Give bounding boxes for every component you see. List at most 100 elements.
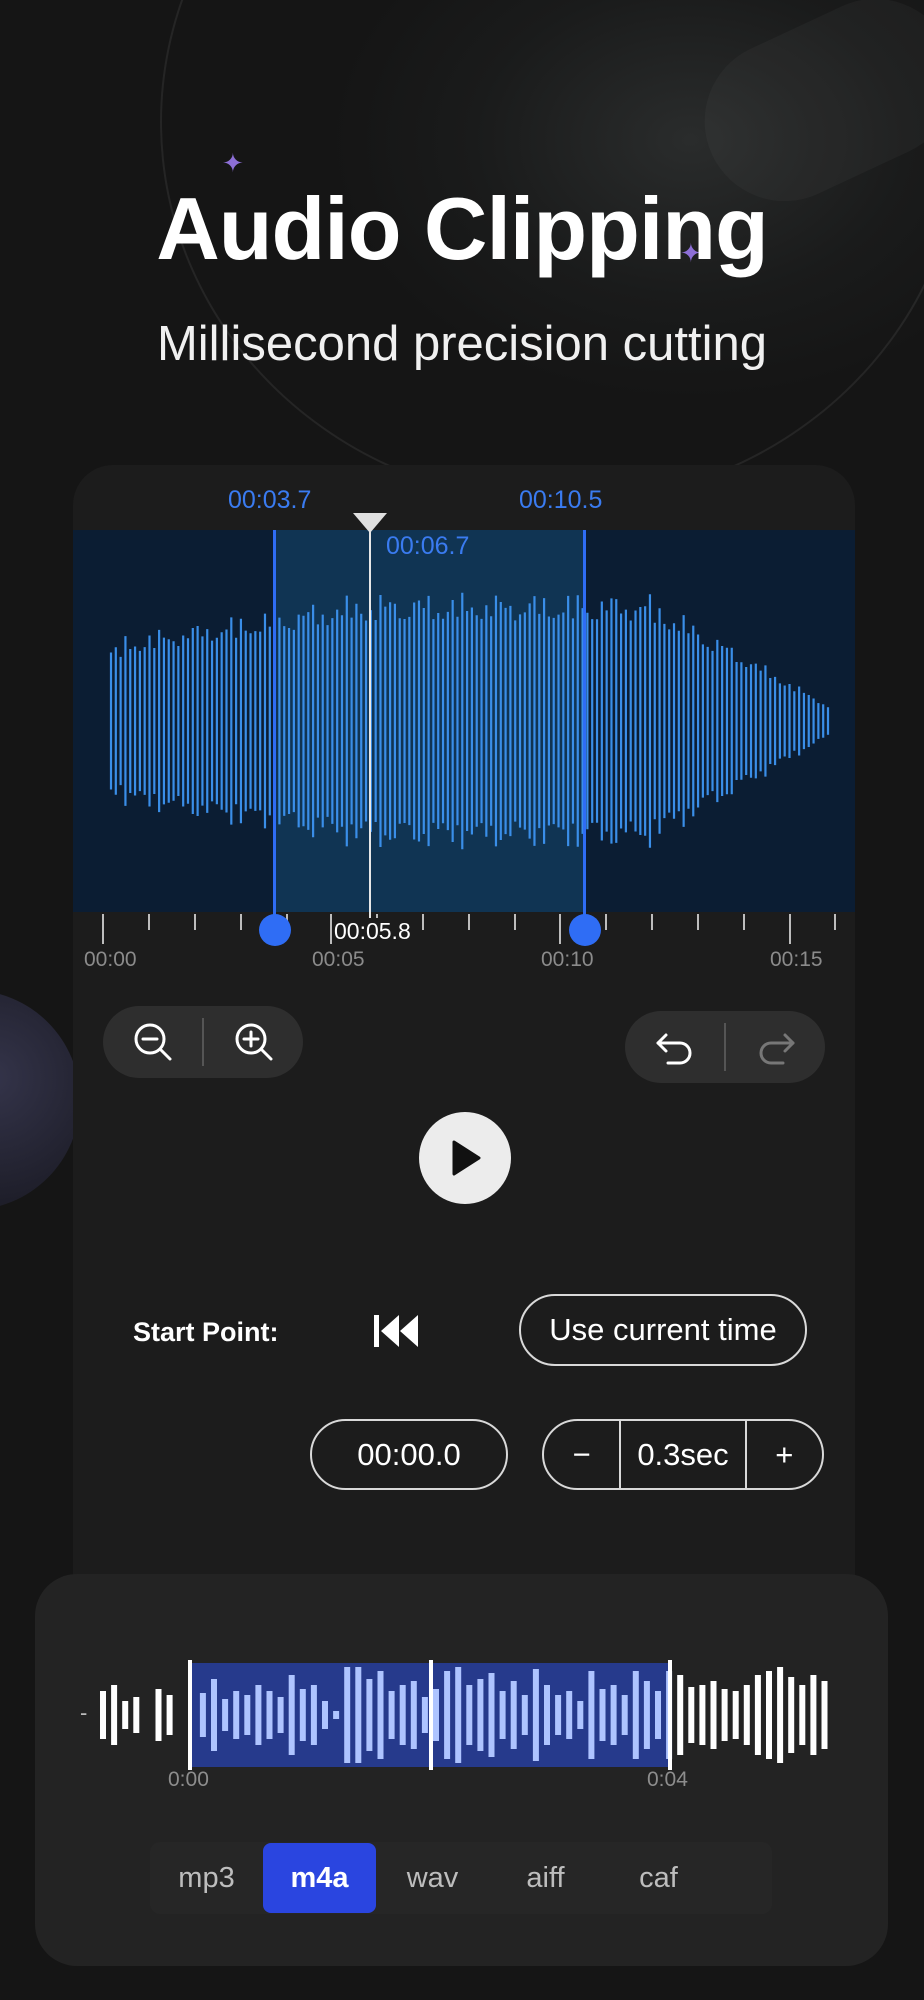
step-size-stepper: − 0.3sec + xyxy=(542,1419,824,1490)
mini-wave-bar xyxy=(777,1667,784,1763)
mini-wave-bar xyxy=(322,1701,328,1729)
zoom-out-icon xyxy=(134,1023,171,1061)
mini-wave-bar xyxy=(111,1685,118,1745)
start-point-label: Start Point: xyxy=(133,1317,279,1347)
mini-wave-bar xyxy=(377,1671,384,1759)
undo-icon xyxy=(656,1033,691,1065)
play-button[interactable] xyxy=(419,1112,511,1204)
mini-wave-bar xyxy=(399,1685,406,1745)
ruler-label: 00:00 xyxy=(84,948,137,971)
mini-wave-bar xyxy=(699,1685,706,1745)
mini-wave-bar xyxy=(477,1679,484,1751)
waveform xyxy=(109,592,830,850)
mini-wave-bar xyxy=(521,1695,528,1735)
mini-wave-bar xyxy=(466,1685,473,1745)
redo-button[interactable] xyxy=(726,1011,825,1083)
mini-wave-bar xyxy=(810,1675,817,1755)
mini-selection-end-line xyxy=(668,1660,672,1770)
format-option-aiff[interactable]: aiff xyxy=(489,1843,602,1913)
mini-wave-bar xyxy=(299,1689,306,1741)
mini-wave-bar xyxy=(710,1681,717,1749)
ruler-label: 00:15 xyxy=(770,948,823,971)
mini-playhead-line xyxy=(429,1660,433,1770)
mini-wave-bar xyxy=(211,1679,217,1751)
mini-wave-bar xyxy=(277,1697,284,1733)
selection-start-label: 00:03.7 xyxy=(228,486,312,514)
step-increase-button[interactable]: + xyxy=(747,1421,822,1488)
format-selector: mp3 m4a wav aiff caf xyxy=(150,1842,772,1914)
step-decrease-button[interactable]: − xyxy=(544,1421,619,1488)
mini-wave-bar xyxy=(244,1695,251,1735)
playhead-line xyxy=(369,530,371,920)
mini-wave-bar xyxy=(444,1671,451,1759)
mini-waveform[interactable] xyxy=(70,1660,850,1770)
mini-wave-bar xyxy=(544,1685,550,1745)
selection-start-handle[interactable] xyxy=(259,914,291,946)
mini-wave-bar xyxy=(743,1685,750,1745)
mini-wave-bar xyxy=(488,1673,495,1757)
mini-wave-bar xyxy=(433,1689,439,1741)
mini-wave-bar xyxy=(588,1671,595,1759)
format-option-caf[interactable]: caf xyxy=(602,1843,715,1913)
undo-button[interactable] xyxy=(625,1011,724,1083)
zoom-in-icon xyxy=(235,1023,272,1061)
mini-wave-bar xyxy=(255,1685,262,1745)
mini-wave-bar xyxy=(100,1691,106,1739)
history-controls xyxy=(625,1011,825,1083)
mini-wave-bar xyxy=(266,1691,273,1739)
mini-wave-bar xyxy=(610,1685,617,1745)
format-option-mp3[interactable]: mp3 xyxy=(150,1843,263,1913)
mini-wave-bar xyxy=(788,1677,795,1753)
mini-wave-bar xyxy=(599,1689,606,1741)
mini-wave-bar xyxy=(732,1691,739,1739)
selection-end-line[interactable] xyxy=(583,530,586,930)
mini-wave-bar xyxy=(577,1701,584,1729)
selection-end-label: 00:10.5 xyxy=(519,486,603,514)
mini-wave-bar xyxy=(799,1685,806,1745)
selection-start-line[interactable] xyxy=(273,530,276,930)
mini-wave-bar xyxy=(821,1681,828,1749)
mini-wave-bar xyxy=(555,1695,562,1735)
jump-to-start-button[interactable] xyxy=(370,1309,424,1358)
format-option-wav[interactable]: wav xyxy=(376,1843,489,1913)
mini-wave-bar xyxy=(199,1693,206,1737)
mini-wave-bar xyxy=(532,1669,539,1761)
ruler-label: 00:05 xyxy=(312,948,365,971)
mini-wave-bar xyxy=(122,1701,129,1729)
use-current-time-button[interactable]: Use current time xyxy=(519,1294,807,1366)
format-option-m4a[interactable]: m4a xyxy=(263,1843,376,1913)
mini-wave-bar xyxy=(166,1695,173,1735)
mini-wave-bar xyxy=(566,1691,573,1739)
mini-wave-bar xyxy=(155,1689,162,1741)
mini-wave-bar xyxy=(677,1675,684,1755)
ruler-label: 00:10 xyxy=(541,948,594,971)
page-title: Audio Clipping xyxy=(156,179,769,278)
selection-end-handle[interactable] xyxy=(569,914,601,946)
mini-wave-bar xyxy=(222,1699,229,1731)
mini-wave-bar xyxy=(233,1691,240,1739)
mini-wave-bar xyxy=(499,1691,506,1739)
mini-wave-bar xyxy=(766,1671,772,1759)
mini-wave-bar xyxy=(388,1691,395,1739)
zoom-in-button[interactable] xyxy=(204,1006,303,1078)
mini-selection-start-line xyxy=(188,1660,192,1770)
mini-wave-bar xyxy=(632,1671,639,1759)
step-size-value: 0.3sec xyxy=(637,1436,729,1472)
mini-start-label: 0:00 xyxy=(168,1768,209,1791)
mini-wave-bar xyxy=(721,1689,728,1741)
mini-wave-bar xyxy=(366,1679,373,1751)
current-time-label: 00:05.8 xyxy=(332,918,413,945)
playhead-label: 00:06.7 xyxy=(386,532,470,560)
zoom-out-button[interactable] xyxy=(103,1006,202,1078)
mini-wave-bar xyxy=(288,1675,295,1755)
mini-wave-bar xyxy=(421,1697,428,1733)
mini-wave-bar xyxy=(344,1667,351,1763)
start-time-field[interactable]: 00:00.0 xyxy=(310,1419,508,1490)
mini-wave-bar xyxy=(643,1681,650,1749)
mini-wave-bar xyxy=(355,1667,362,1763)
mini-wave-bar xyxy=(754,1675,761,1755)
mini-wave-bar xyxy=(310,1685,317,1745)
mini-wave-bar xyxy=(621,1695,628,1735)
play-icon xyxy=(452,1140,481,1176)
time-ruler[interactable] xyxy=(73,912,855,972)
